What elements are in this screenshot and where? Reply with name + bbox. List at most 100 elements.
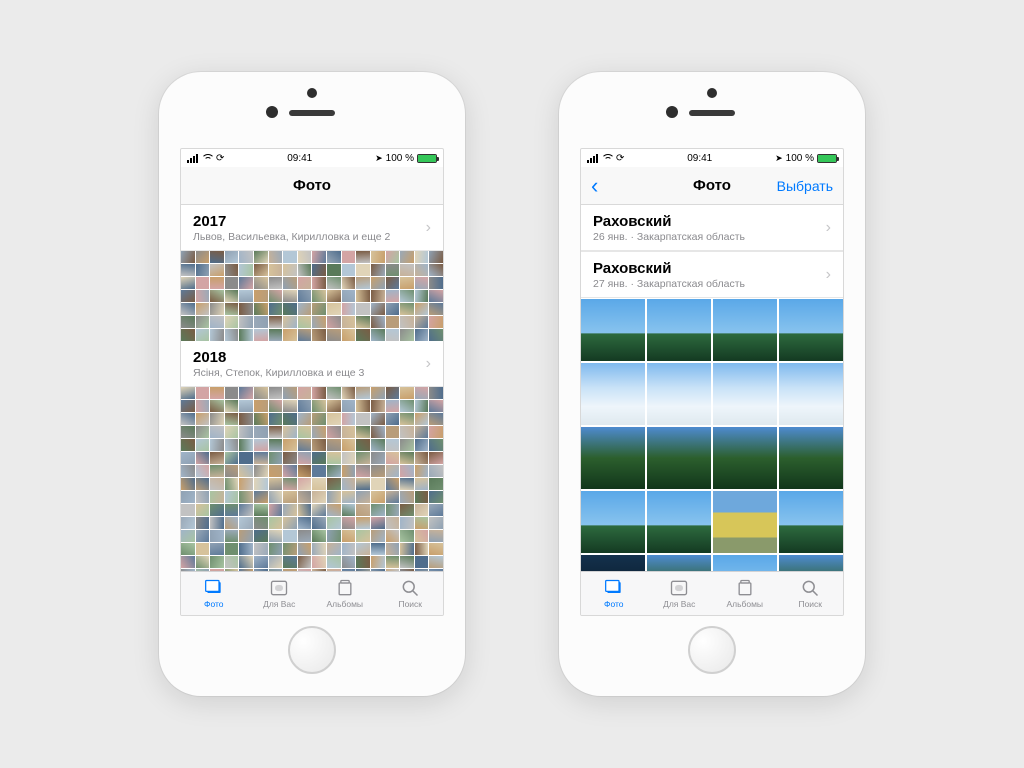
micro-thumb[interactable]	[371, 426, 385, 438]
micro-thumb[interactable]	[415, 478, 429, 490]
micro-thumb[interactable]	[298, 329, 312, 341]
micro-thumb[interactable]	[400, 543, 414, 555]
micro-thumb[interactable]	[181, 277, 195, 289]
micro-thumb[interactable]	[356, 439, 370, 451]
micro-thumb[interactable]	[356, 316, 370, 328]
micro-thumb[interactable]	[298, 303, 312, 315]
photo-thumb[interactable]	[713, 363, 777, 425]
micro-thumb[interactable]	[269, 517, 283, 529]
micro-thumb[interactable]	[400, 413, 414, 425]
micro-thumb[interactable]	[196, 400, 210, 412]
micro-thumb[interactable]	[342, 277, 356, 289]
micro-thumb[interactable]	[210, 400, 224, 412]
micro-thumb[interactable]	[371, 530, 385, 542]
micro-thumb[interactable]	[254, 504, 268, 516]
micro-thumb[interactable]	[298, 491, 312, 503]
micro-thumb[interactable]	[254, 439, 268, 451]
micro-thumb[interactable]	[210, 264, 224, 276]
micro-thumb[interactable]	[400, 517, 414, 529]
micro-thumb[interactable]	[429, 264, 443, 276]
photo-thumb[interactable]	[779, 555, 843, 571]
micro-thumb[interactable]	[371, 303, 385, 315]
micro-thumb[interactable]	[196, 504, 210, 516]
micro-thumb[interactable]	[342, 556, 356, 568]
micro-thumb[interactable]	[210, 316, 224, 328]
micro-thumb[interactable]	[429, 504, 443, 516]
micro-thumb[interactable]	[181, 517, 195, 529]
micro-thumb[interactable]	[327, 465, 341, 477]
photo-thumb[interactable]	[779, 491, 843, 553]
micro-thumb[interactable]	[327, 556, 341, 568]
micro-thumb[interactable]	[371, 465, 385, 477]
micro-thumb[interactable]	[210, 329, 224, 341]
micro-thumb[interactable]	[254, 264, 268, 276]
micro-thumb[interactable]	[254, 543, 268, 555]
micro-thumb[interactable]	[196, 290, 210, 302]
micro-thumb[interactable]	[239, 530, 253, 542]
micro-thumb[interactable]	[181, 303, 195, 315]
micro-thumb[interactable]	[298, 387, 312, 399]
micro-thumb[interactable]	[239, 290, 253, 302]
photos-moments-view[interactable]: Раховский 26 янв. · Закарпатская область…	[581, 205, 843, 571]
micro-thumb[interactable]	[283, 465, 297, 477]
micro-thumb[interactable]	[298, 426, 312, 438]
micro-thumb[interactable]	[210, 478, 224, 490]
micro-thumb[interactable]	[371, 452, 385, 464]
micro-thumb[interactable]	[283, 517, 297, 529]
micro-thumb[interactable]	[225, 504, 239, 516]
micro-thumb[interactable]	[327, 413, 341, 425]
micro-thumb[interactable]	[429, 277, 443, 289]
micro-thumb[interactable]	[196, 491, 210, 503]
micro-thumb[interactable]	[371, 413, 385, 425]
micro-thumb[interactable]	[269, 329, 283, 341]
micro-thumb[interactable]	[196, 478, 210, 490]
micro-thumb[interactable]	[225, 491, 239, 503]
micro-thumb[interactable]	[400, 290, 414, 302]
micro-thumb[interactable]	[386, 543, 400, 555]
micro-thumb[interactable]	[225, 400, 239, 412]
micro-thumb[interactable]	[225, 426, 239, 438]
micro-thumb[interactable]	[327, 277, 341, 289]
micro-thumb[interactable]	[356, 465, 370, 477]
micro-thumb[interactable]	[327, 400, 341, 412]
micro-thumb[interactable]	[342, 491, 356, 503]
micro-thumb[interactable]	[415, 316, 429, 328]
micro-thumb[interactable]	[239, 556, 253, 568]
micro-thumb[interactable]	[312, 478, 326, 490]
micro-thumb[interactable]	[269, 465, 283, 477]
micro-thumb[interactable]	[225, 452, 239, 464]
micro-thumb[interactable]	[312, 530, 326, 542]
micro-thumb[interactable]	[386, 264, 400, 276]
micro-thumb[interactable]	[225, 303, 239, 315]
micro-thumb[interactable]	[269, 426, 283, 438]
micro-thumb[interactable]	[327, 387, 341, 399]
micro-thumb[interactable]	[429, 491, 443, 503]
micro-thumb[interactable]	[342, 387, 356, 399]
micro-thumb[interactable]	[429, 556, 443, 568]
micro-thumb[interactable]	[210, 439, 224, 451]
micro-thumb[interactable]	[254, 491, 268, 503]
micro-thumb[interactable]	[254, 387, 268, 399]
micro-thumb[interactable]	[356, 543, 370, 555]
photo-thumb[interactable]	[581, 363, 645, 425]
micro-thumb[interactable]	[196, 530, 210, 542]
micro-thumb[interactable]	[400, 303, 414, 315]
micro-thumb[interactable]	[415, 452, 429, 464]
micro-thumb[interactable]	[386, 413, 400, 425]
micro-thumb[interactable]	[269, 530, 283, 542]
micro-thumb[interactable]	[356, 329, 370, 341]
micro-thumb[interactable]	[312, 426, 326, 438]
micro-thumb[interactable]	[429, 303, 443, 315]
micro-thumb[interactable]	[239, 329, 253, 341]
micro-thumb[interactable]	[312, 517, 326, 529]
micro-thumb[interactable]	[283, 413, 297, 425]
micro-thumb[interactable]	[181, 504, 195, 516]
micro-thumb[interactable]	[181, 543, 195, 555]
year-grid-2018[interactable]	[181, 387, 443, 571]
micro-thumb[interactable]	[356, 478, 370, 490]
micro-thumb[interactable]	[429, 517, 443, 529]
micro-thumb[interactable]	[269, 290, 283, 302]
back-button[interactable]: ‹	[591, 175, 598, 197]
micro-thumb[interactable]	[298, 517, 312, 529]
micro-thumb[interactable]	[415, 426, 429, 438]
